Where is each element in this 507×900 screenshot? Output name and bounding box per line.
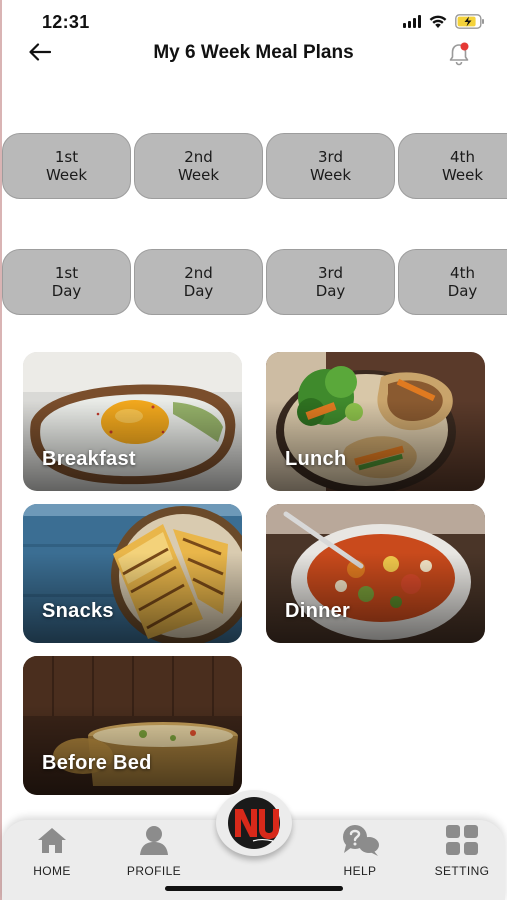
nav-home[interactable]: HOME	[10, 822, 94, 882]
battery-icon	[455, 14, 484, 29]
pill-line: Week	[177, 166, 220, 184]
meal-card-dinner[interactable]: Dinner	[266, 504, 485, 643]
meal-card-snacks[interactable]: Snacks	[23, 504, 242, 643]
pill-line: Day	[315, 282, 346, 300]
meal-card-label: Breakfast	[42, 448, 136, 470]
page-title: My 6 Week Meal Plans	[153, 42, 354, 63]
week-1-button[interactable]: 1st Week	[2, 133, 131, 199]
grid-icon	[446, 825, 478, 855]
meal-card-label: Before Bed	[42, 752, 152, 774]
week-4-button[interactable]: 4th Week	[398, 133, 507, 199]
home-indicator[interactable]	[165, 886, 343, 891]
meal-card-label: Snacks	[42, 600, 114, 622]
pill-line: Day	[183, 282, 214, 300]
pill-line: 4th	[450, 148, 475, 166]
pill-line: 3rd	[318, 264, 343, 282]
nav-help[interactable]: HELP	[318, 822, 402, 882]
bell-icon	[449, 42, 469, 66]
status-time: 12:31	[42, 12, 90, 32]
meal-card-before-bed[interactable]: Before Bed	[23, 656, 242, 795]
brand-logo-button[interactable]	[216, 790, 292, 856]
brand-logo-icon	[228, 797, 280, 849]
cellular-signal-icon	[403, 15, 421, 28]
status-icons	[403, 14, 485, 29]
week-selector: 1st Week 2nd Week 3rd Week 4th Week	[0, 133, 507, 199]
wifi-icon	[429, 15, 447, 28]
home-icon	[38, 828, 66, 853]
pill-line: 2nd	[184, 264, 213, 282]
nav-profile[interactable]: PROFILE	[112, 822, 196, 882]
meal-card-breakfast[interactable]: Breakfast	[23, 352, 242, 491]
pill-line: Day	[51, 282, 82, 300]
pill-line: 1st	[54, 148, 79, 166]
week-2-button[interactable]: 2nd Week	[134, 133, 263, 199]
nav-setting[interactable]: SETTING	[420, 822, 504, 882]
bottom-navigation: HOME PROFILE HELP SETTING	[0, 790, 507, 900]
notification-button[interactable]	[445, 40, 473, 68]
meal-card-lunch[interactable]: Lunch	[266, 352, 485, 491]
day-4-button[interactable]: 4th Day	[398, 249, 507, 315]
pill-line: Day	[447, 282, 478, 300]
week-3-button[interactable]: 3rd Week	[266, 133, 395, 199]
day-selector: 1st Day 2nd Day 3rd Day 4th Day	[0, 249, 507, 315]
nav-label: HOME	[33, 864, 71, 878]
pill-line: Week	[441, 166, 484, 184]
meal-card-label: Lunch	[285, 448, 347, 470]
nav-label: PROFILE	[126, 864, 182, 878]
pill-line: 3rd	[318, 148, 343, 166]
header: My 6 Week Meal Plans	[0, 34, 507, 74]
day-1-button[interactable]: 1st Day	[2, 249, 131, 315]
pill-line: Week	[309, 166, 352, 184]
day-3-button[interactable]: 3rd Day	[266, 249, 395, 315]
nav-label: SETTING	[434, 864, 490, 878]
pill-line: 2nd	[184, 148, 213, 166]
pill-line: 1st	[54, 264, 79, 282]
meal-card-label: Dinner	[285, 600, 351, 622]
nav-label: HELP	[343, 864, 377, 878]
help-icon	[343, 825, 379, 856]
day-2-button[interactable]: 2nd Day	[134, 249, 263, 315]
pill-line: 4th	[450, 264, 475, 282]
profile-icon	[140, 826, 168, 855]
pill-line: Week	[45, 166, 88, 184]
